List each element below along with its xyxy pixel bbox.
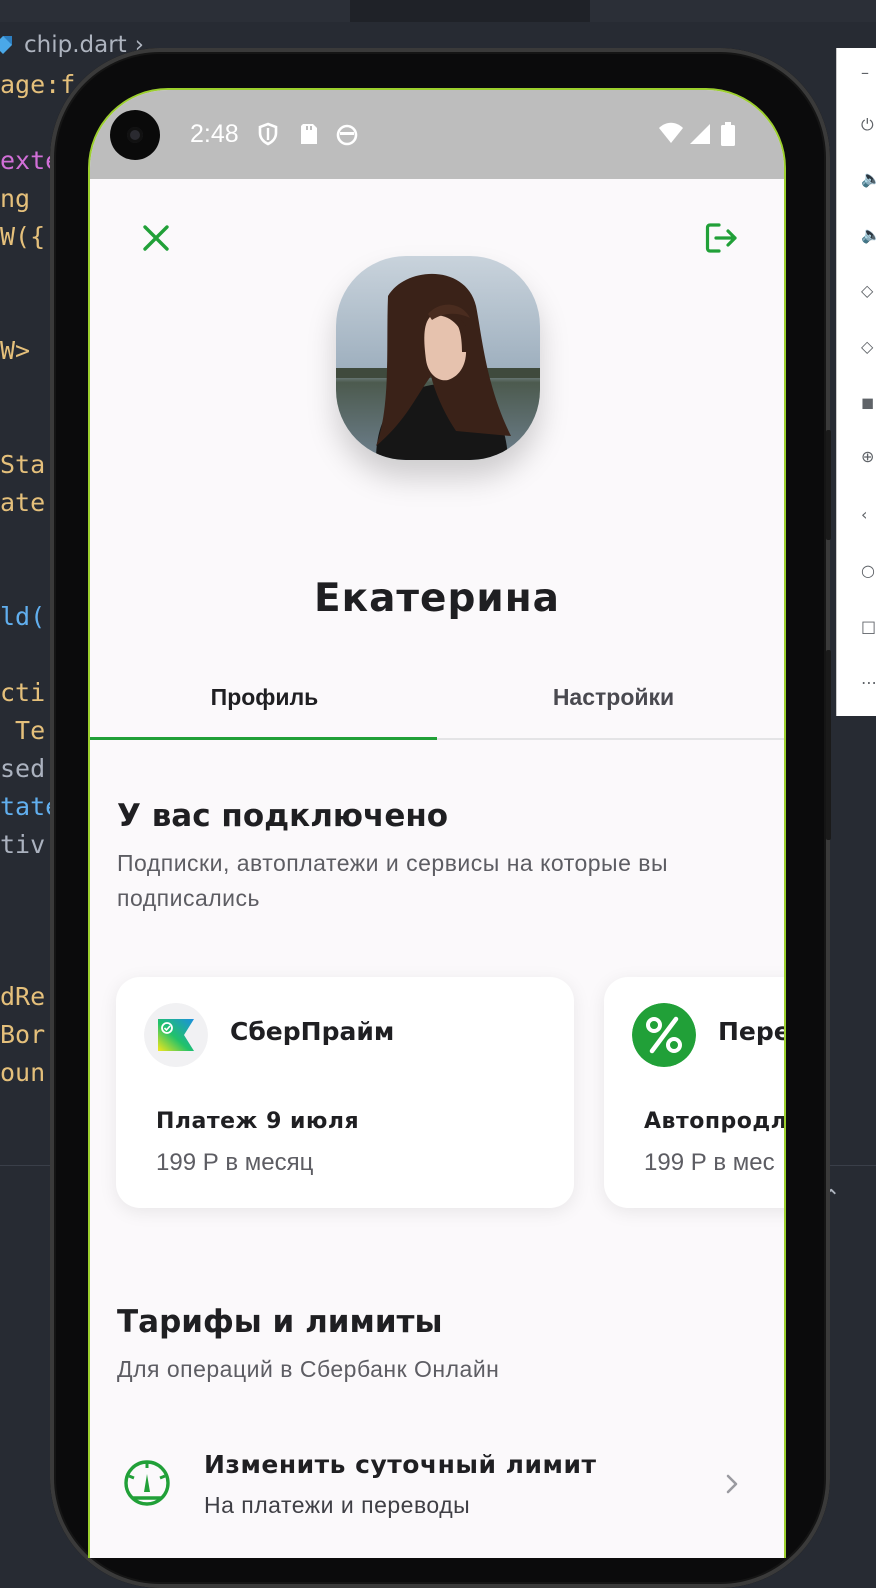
code-fragment: W({ bbox=[0, 222, 46, 251]
ide-tab[interactable] bbox=[590, 0, 876, 22]
close-icon[interactable] bbox=[138, 220, 174, 256]
subscription-card-transfers[interactable]: Пере Автопродл 199 Р в мес bbox=[604, 977, 786, 1208]
zoom-icon[interactable]: ⊕ bbox=[861, 448, 876, 466]
connected-subtitle-line: подписались bbox=[117, 885, 261, 911]
row-title: Изменить суточный лимит bbox=[204, 1450, 597, 1479]
code-fragment: Sta bbox=[0, 450, 46, 479]
profile-name: Екатерина bbox=[314, 576, 560, 621]
tab-profile[interactable]: Профиль bbox=[90, 666, 439, 738]
card-renewal: Автопродл bbox=[644, 1109, 786, 1134]
phone-side-key bbox=[826, 430, 831, 540]
overview-icon[interactable]: □ bbox=[861, 618, 876, 636]
dart-file-icon bbox=[0, 36, 12, 54]
code-fragment: ld( bbox=[0, 602, 46, 631]
volume-up-icon[interactable]: 🔈 bbox=[861, 170, 876, 188]
volume-down-icon[interactable]: 🔈 bbox=[861, 226, 876, 244]
connected-subtitle-line: Подписки, автоплатежи и сервисы на котор… bbox=[117, 850, 669, 876]
tariffs-section-title: Тарифы и лимиты bbox=[117, 1304, 443, 1340]
card-payment-date: Платеж 9 июля bbox=[156, 1109, 360, 1134]
avatar-photo bbox=[336, 256, 540, 460]
code-fragment: tiv bbox=[0, 830, 46, 859]
connected-section-subtitle: Подписки, автоплатежи и сервисы на котор… bbox=[117, 846, 668, 916]
logout-icon[interactable] bbox=[702, 218, 742, 258]
home-icon[interactable]: ○ bbox=[861, 562, 876, 580]
code-fragment: sed bbox=[0, 754, 46, 783]
phone-side-key bbox=[826, 650, 831, 840]
battery-icon bbox=[721, 122, 735, 146]
tab-bar: Профиль Настройки bbox=[90, 666, 784, 740]
code-fragment: ng bbox=[0, 184, 46, 213]
android-debug-icon bbox=[336, 124, 358, 146]
front-camera bbox=[110, 110, 160, 160]
ide-tab[interactable] bbox=[0, 0, 350, 22]
code-fragment: oun bbox=[0, 1058, 46, 1087]
sberprime-logo-icon bbox=[144, 1003, 208, 1067]
sd-card-icon bbox=[301, 124, 317, 144]
code-fragment: cti bbox=[0, 678, 46, 707]
percent-icon bbox=[632, 1003, 696, 1067]
speedometer-icon bbox=[124, 1460, 170, 1506]
back-icon[interactable]: ‹ bbox=[861, 506, 876, 524]
more-icon[interactable]: ⋯ bbox=[861, 674, 876, 692]
code-fragment: dRe bbox=[0, 982, 46, 1011]
code-fragment: Bor bbox=[0, 1020, 46, 1049]
shield-icon bbox=[258, 122, 278, 146]
avatar[interactable] bbox=[336, 256, 540, 460]
card-price: 199 Р в мес bbox=[644, 1149, 775, 1176]
emulator-controls-panel: – ⏻ 🔈 🔈 ◇ ◇ ◼ ⊕ ‹ ○ □ ⋯ bbox=[836, 48, 876, 716]
card-price: 199 Р в месяц bbox=[156, 1149, 314, 1176]
wifi-icon bbox=[659, 122, 683, 143]
code-fragment: ate bbox=[0, 488, 46, 517]
daily-limit-row[interactable]: Изменить суточный лимит На платежи и пер… bbox=[90, 1440, 784, 1530]
rotate-right-icon[interactable]: ◇ bbox=[861, 338, 876, 356]
chevron-right-icon bbox=[726, 1474, 738, 1494]
rotate-left-icon[interactable]: ◇ bbox=[861, 282, 876, 300]
status-time: 2:48 bbox=[190, 120, 239, 148]
subscription-card-sberprime[interactable]: СберПрайм Платеж 9 июля 199 Р в месяц bbox=[116, 977, 574, 1208]
code-fragment: Te bbox=[0, 716, 46, 745]
ide-tab-strip bbox=[0, 0, 876, 22]
connected-section-title: У вас подключено bbox=[117, 798, 449, 834]
code-fragment: age:f bbox=[0, 70, 76, 99]
camera-icon[interactable]: ◼ bbox=[861, 394, 876, 412]
minimize-icon[interactable]: – bbox=[861, 64, 876, 82]
tariffs-section-subtitle: Для операций в Сбербанк Онлайн bbox=[117, 1356, 500, 1382]
card-title: Пере bbox=[718, 1017, 786, 1046]
row-subtitle: На платежи и переводы bbox=[204, 1492, 471, 1518]
phone-screen: 2:48 Екатерина Профиль Настройки У вас п… bbox=[88, 88, 786, 1558]
ide-breadcrumb-file: chip.dart bbox=[24, 32, 127, 58]
signal-icon bbox=[690, 124, 710, 144]
tab-indicator bbox=[90, 737, 437, 740]
power-icon[interactable]: ⏻ bbox=[861, 116, 876, 134]
card-title: СберПрайм bbox=[230, 1017, 395, 1046]
code-fragment: W> bbox=[0, 336, 46, 365]
status-bar: 2:48 bbox=[90, 90, 784, 179]
tab-settings[interactable]: Настройки bbox=[439, 666, 784, 738]
